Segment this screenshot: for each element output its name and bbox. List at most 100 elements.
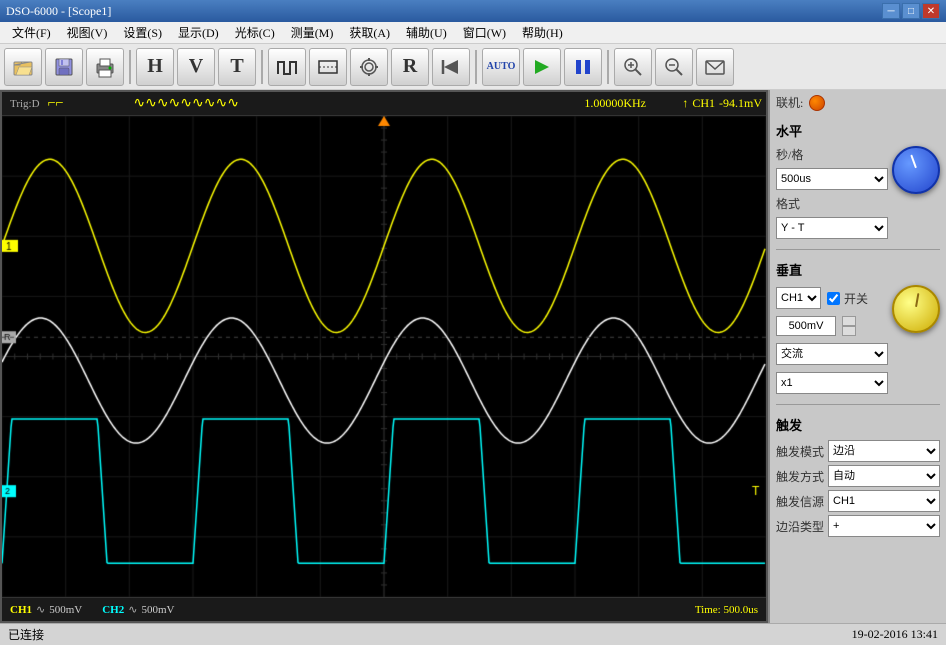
- ch1-arrow: ↑: [682, 96, 688, 111]
- trig-mode-select[interactable]: 边沿 脉宽: [828, 440, 940, 462]
- menu-utility[interactable]: 辅助(U): [398, 22, 455, 43]
- wave1-button[interactable]: [268, 48, 306, 86]
- ch2-footer-info: CH2 ∿ 500mV: [102, 603, 174, 616]
- main-area: Trig:D ⌐⌐ ∿∿∿∿∿∿∿∿∿ 1.00000KHz ↑ CH1 -94…: [0, 90, 946, 623]
- horizontal-controls: 秒/格 500us 1ms 2ms 100us 格式 Y - T X - Y: [776, 146, 888, 241]
- horizontal-row: 秒/格 500us 1ms 2ms 100us 格式 Y - T X - Y: [776, 146, 940, 241]
- pause-button[interactable]: [564, 48, 602, 86]
- open-close-label: 开关: [844, 290, 868, 307]
- edge-type-label: 边沿类型: [776, 518, 824, 535]
- status-bar: 已连接 19-02-2016 13:41: [0, 623, 946, 645]
- probe-select[interactable]: x1 x10 x100: [776, 372, 888, 394]
- auto-button[interactable]: AUTO: [482, 48, 520, 86]
- menu-display[interactable]: 显示(D): [170, 22, 227, 43]
- format-row: Y - T X - Y: [776, 217, 888, 239]
- window-controls: ─ □ ✕: [882, 3, 940, 19]
- ch1-footer-scale: 500mV: [49, 604, 82, 616]
- divider2: [776, 404, 940, 405]
- coupling-row: 交流 直流 地: [776, 343, 888, 365]
- edge-type-select[interactable]: + -: [828, 515, 940, 537]
- v-button[interactable]: V: [177, 48, 215, 86]
- datetime-display: 19-02-2016 13:41: [852, 627, 938, 642]
- print-button[interactable]: [86, 48, 124, 86]
- t-button[interactable]: T: [218, 48, 256, 86]
- coupling-select[interactable]: 交流 直流 地: [776, 343, 888, 365]
- ch1-value-header: -94.1mV: [719, 96, 762, 111]
- menu-help[interactable]: 帮助(H): [514, 22, 571, 43]
- menu-file[interactable]: 文件(F): [4, 22, 59, 43]
- sep4: [607, 50, 609, 84]
- open-close-checkbox[interactable]: [827, 292, 840, 305]
- volt-per-div-row: ▲ ▼: [776, 316, 888, 336]
- r-button[interactable]: R: [391, 48, 429, 86]
- maximize-button[interactable]: □: [902, 3, 920, 19]
- trig-method-label: 触发方式: [776, 468, 824, 485]
- menu-bar: 文件(F) 视图(V) 设置(S) 显示(D) 光标(C) 测量(M) 获取(A…: [0, 22, 946, 44]
- volt-spin-arrows: ▲ ▼: [842, 316, 856, 336]
- menu-settings[interactable]: 设置(S): [115, 22, 170, 43]
- horizontal-knob[interactable]: [892, 146, 940, 194]
- ch1-footer-tag: CH1: [10, 604, 32, 616]
- menu-measure[interactable]: 测量(M): [283, 22, 342, 43]
- trig-source-select[interactable]: CH1 CH2 EXT: [828, 490, 940, 512]
- run-button[interactable]: [523, 48, 561, 86]
- close-button[interactable]: ✕: [922, 3, 940, 19]
- volt-up-arrow[interactable]: ▲: [842, 316, 856, 326]
- probe-row: x1 x10 x100: [776, 372, 888, 394]
- knob-line-v: [915, 293, 919, 307]
- scope-canvas: [2, 116, 766, 597]
- vertical-row: CH1 CH2 开关 ▲ ▼: [776, 285, 940, 396]
- sec-per-div-select[interactable]: 500us 1ms 2ms 100us: [776, 168, 888, 190]
- trig-method-select[interactable]: 自动 正常 单次: [828, 465, 940, 487]
- ch-select[interactable]: CH1 CH2: [776, 287, 821, 309]
- vertical-knob[interactable]: [892, 285, 940, 333]
- volt-down-arrow[interactable]: ▼: [842, 326, 856, 336]
- h-button[interactable]: H: [136, 48, 174, 86]
- right-panel: 联机: 水平 秒/格 500us 1ms 2ms 100us 格式: [768, 90, 946, 623]
- status-dot: [809, 95, 825, 111]
- ch1-label-header: CH1: [692, 96, 715, 111]
- config-button[interactable]: [350, 48, 388, 86]
- toolbar: H V T R AUTO: [0, 44, 946, 90]
- time-display: Time: 500.0us: [695, 604, 758, 616]
- menu-window[interactable]: 窗口(W): [455, 22, 514, 43]
- sep3: [475, 50, 477, 84]
- ch2-footer-tag: CH2: [102, 604, 124, 616]
- sec-per-div-label: 秒/格: [776, 146, 888, 163]
- trig-label: Trig:D: [10, 98, 40, 110]
- sec-per-div-row: 500us 1ms 2ms 100us: [776, 168, 888, 190]
- menu-cursor[interactable]: 光标(C): [227, 22, 283, 43]
- email-button[interactable]: [696, 48, 734, 86]
- trigger-grid: 触发模式 边沿 脉宽 触发方式 自动 正常 单次 触发信源 CH1 CH2 EX…: [776, 440, 940, 537]
- divider1: [776, 249, 940, 250]
- zoom-out-button[interactable]: [655, 48, 693, 86]
- save-button[interactable]: [45, 48, 83, 86]
- online-status: 联机:: [776, 94, 940, 111]
- vertical-controls: CH1 CH2 开关 ▲ ▼: [776, 285, 888, 396]
- knob-line: [910, 155, 917, 169]
- format-label: 格式: [776, 195, 888, 212]
- horizontal-knob-container: [892, 146, 940, 194]
- wave2-button[interactable]: [309, 48, 347, 86]
- trig-source-label: 触发信源: [776, 493, 824, 510]
- ch1-footer-info: CH1 ∿ 500mV: [10, 603, 82, 616]
- volt-per-div-input[interactable]: [776, 316, 836, 336]
- zoom-in-button[interactable]: [614, 48, 652, 86]
- vertical-knob-container: [892, 285, 940, 333]
- connection-status: 已连接: [8, 626, 852, 643]
- ch1-display: ↑ CH1 -94.1mV: [682, 96, 762, 111]
- ch2-footer-wave: ∿: [128, 603, 137, 616]
- horizontal-section-title: 水平: [776, 119, 940, 142]
- menu-acquire[interactable]: 获取(A): [341, 22, 398, 43]
- freq-display: 1.00000KHz: [584, 96, 646, 111]
- ch1-footer-wave: ∿: [36, 603, 45, 616]
- run-back-button[interactable]: [432, 48, 470, 86]
- format-select[interactable]: Y - T X - Y: [776, 217, 888, 239]
- minimize-button[interactable]: ─: [882, 3, 900, 19]
- trigger-section-title: 触发: [776, 413, 940, 436]
- menu-view[interactable]: 视图(V): [59, 22, 116, 43]
- open-button[interactable]: [4, 48, 42, 86]
- grid-area: [2, 116, 766, 597]
- window-title: DSO-6000 - [Scope1]: [6, 4, 882, 19]
- scope-footer: CH1 ∿ 500mV CH2 ∿ 500mV Time: 500.0us: [2, 597, 766, 621]
